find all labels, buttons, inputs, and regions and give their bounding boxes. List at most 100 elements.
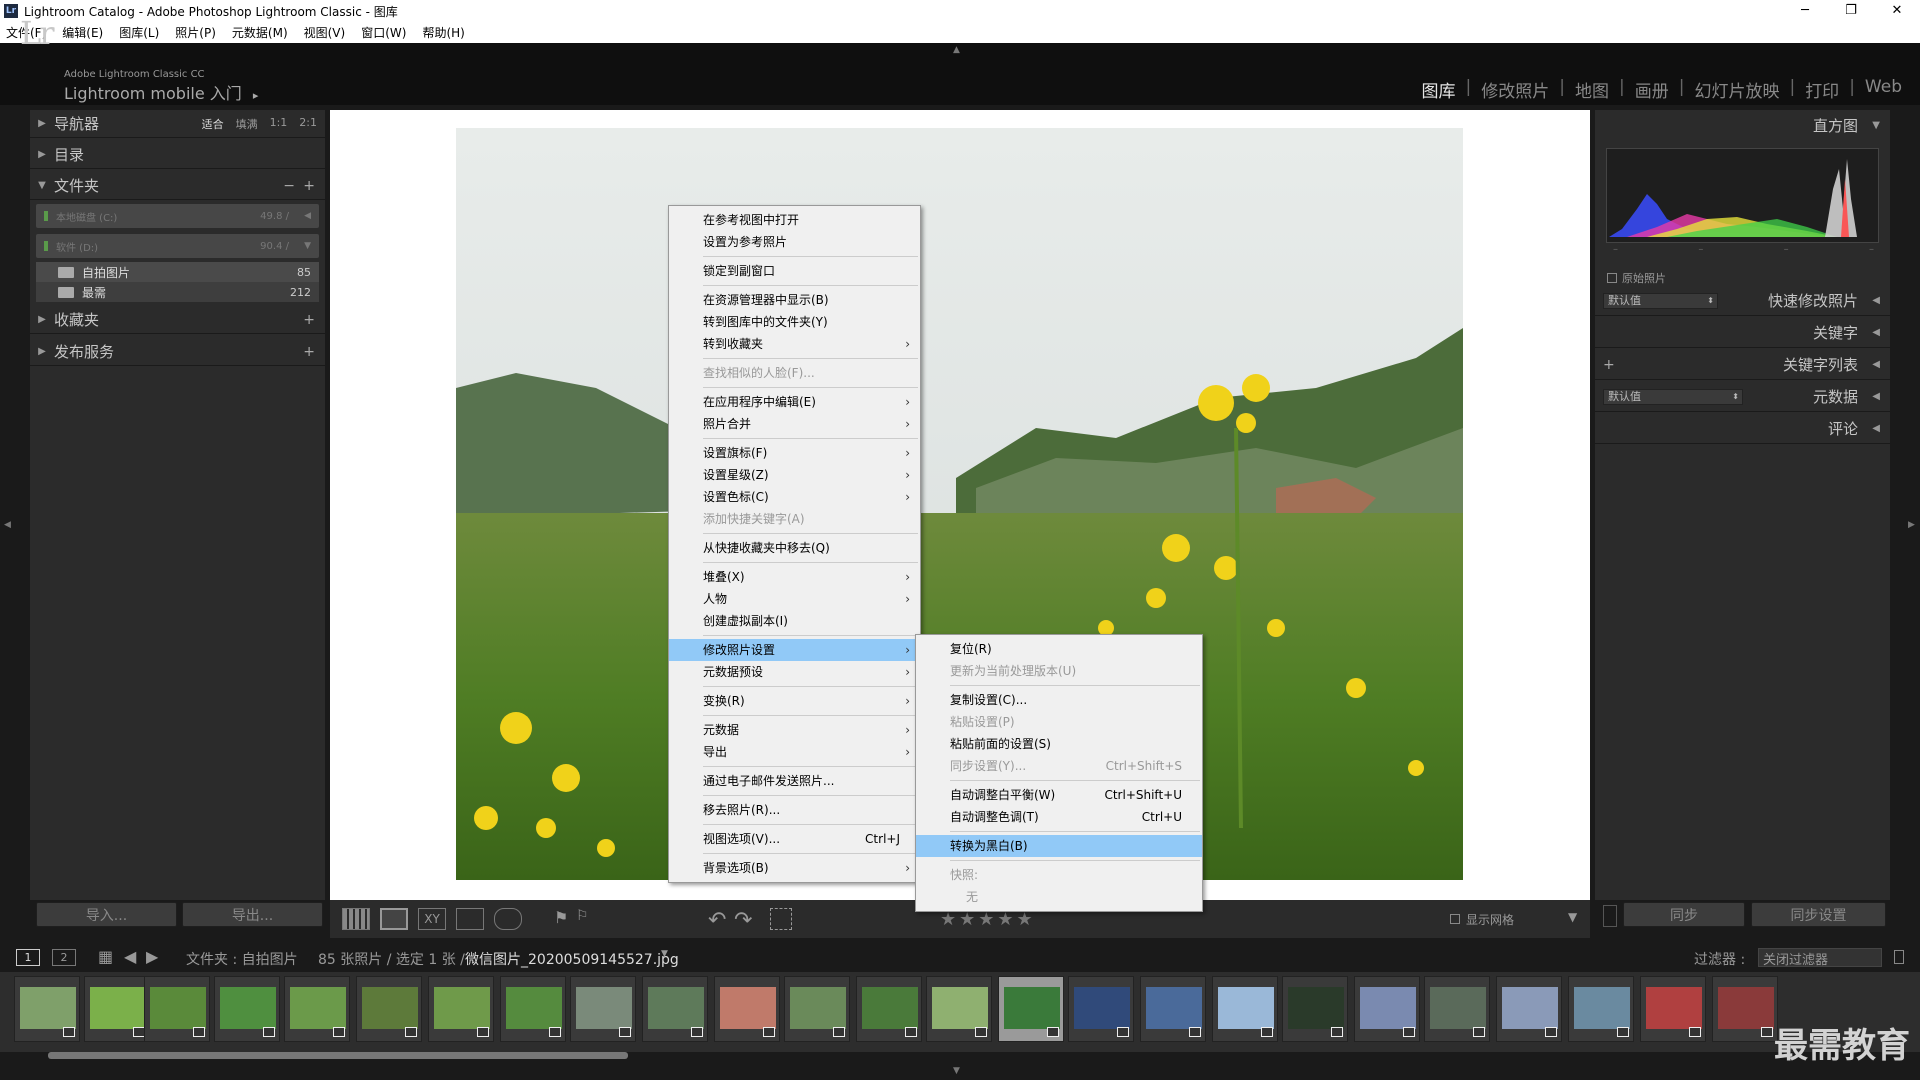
submenu-item[interactable]: 自动调整色调(T) Ctrl+U bbox=[916, 806, 1202, 828]
add-publish-service-button[interactable]: + bbox=[303, 344, 315, 360]
grid-icon[interactable]: ▦ bbox=[98, 947, 113, 966]
add-folder-button[interactable]: + bbox=[303, 178, 315, 194]
crop-overlay-icon[interactable] bbox=[770, 908, 792, 930]
menu-photo[interactable]: 照片(P) bbox=[175, 24, 216, 41]
top-panel-toggle-icon[interactable]: ▲ bbox=[953, 45, 960, 55]
menu-view[interactable]: 视图(V) bbox=[304, 24, 346, 41]
filmstrip-thumbnail[interactable] bbox=[1212, 976, 1278, 1042]
volume-expand-icon[interactable]: ◀ bbox=[304, 211, 311, 221]
show-grid-toggle[interactable]: 显示网格 bbox=[1450, 906, 1570, 932]
forward-arrow-icon[interactable]: ▶ bbox=[146, 947, 158, 966]
filename-dropdown-icon[interactable]: ▼ bbox=[661, 949, 668, 959]
filmstrip-source[interactable]: 文件夹 : 自拍图片 bbox=[186, 949, 298, 969]
main-window-button[interactable]: 1 bbox=[16, 949, 40, 966]
filmstrip-scrollbar[interactable] bbox=[48, 1052, 628, 1059]
filmstrip-thumbnail[interactable] bbox=[1568, 976, 1634, 1042]
toolbar-content-dropdown-icon[interactable]: ▼ bbox=[1568, 910, 1577, 924]
lightroom-mobile-link[interactable]: Lightroom mobile 入门 ▸ bbox=[64, 80, 258, 104]
menu-window[interactable]: 窗口(W) bbox=[361, 24, 406, 41]
filmstrip-thumbnail[interactable] bbox=[998, 976, 1064, 1042]
add-keyword-button[interactable]: + bbox=[1603, 357, 1615, 373]
context-menu-item[interactable]: 导出 › bbox=[669, 741, 920, 763]
filmstrip-thumbnail[interactable] bbox=[214, 976, 280, 1042]
module-book[interactable]: 画册 bbox=[1635, 77, 1669, 102]
context-menu-item[interactable]: 设置星级(Z) › bbox=[669, 464, 920, 486]
module-develop[interactable]: 修改照片 bbox=[1481, 77, 1549, 102]
comments-header[interactable]: 评论 ◀ bbox=[1595, 414, 1890, 444]
volume-c[interactable]: 本地磁盘 (C:) 49.8 / ◀ bbox=[36, 204, 319, 228]
filmstrip-thumbnail[interactable] bbox=[356, 976, 422, 1042]
context-menu-item[interactable]: 变换(R) › bbox=[669, 690, 920, 712]
maximize-button[interactable]: ❐ bbox=[1828, 0, 1874, 22]
sync-toggle-icon[interactable] bbox=[1603, 905, 1617, 927]
context-menu-item[interactable]: 元数据预设 › bbox=[669, 661, 920, 683]
metadata-header[interactable]: 默认值 ⬍ 元数据 ◀ bbox=[1595, 382, 1890, 412]
submenu-item[interactable]: 自动调整白平衡(W) Ctrl+Shift+U bbox=[916, 784, 1202, 806]
filmstrip-thumbnail[interactable] bbox=[1282, 976, 1348, 1042]
reject-flag-icon[interactable]: ⚐ bbox=[576, 908, 589, 930]
filmstrip-thumbnail[interactable] bbox=[1068, 976, 1134, 1042]
original-photo-toggle[interactable]: 原始照片 bbox=[1607, 270, 1666, 286]
filmstrip-thumbnail[interactable] bbox=[1140, 976, 1206, 1042]
module-library[interactable]: 图库 bbox=[1422, 77, 1456, 102]
filmstrip-thumbnail[interactable] bbox=[1640, 976, 1706, 1042]
menu-metadata[interactable]: 元数据(M) bbox=[232, 24, 288, 41]
submenu-item[interactable]: 粘贴前面的设置(S) bbox=[916, 733, 1202, 755]
survey-view-icon[interactable] bbox=[456, 908, 484, 930]
folder-item[interactable]: 最需 212 bbox=[36, 282, 319, 302]
submenu-item[interactable]: 复位(R) bbox=[916, 638, 1202, 660]
menu-library[interactable]: 图库(L) bbox=[119, 24, 159, 41]
sync-settings-button[interactable]: 同步设置 bbox=[1751, 902, 1886, 927]
filmstrip-thumbnail[interactable] bbox=[1354, 976, 1420, 1042]
keyword-list-header[interactable]: + 关键字列表 ◀ bbox=[1595, 350, 1890, 380]
volume-d[interactable]: 软件 (D:) 90.4 / ▼ bbox=[36, 234, 319, 258]
context-menu-item[interactable]: 元数据 › bbox=[669, 719, 920, 741]
filmstrip-thumbnail[interactable] bbox=[1424, 976, 1490, 1042]
menu-edit[interactable]: 编辑(E) bbox=[62, 24, 103, 41]
context-menu-item[interactable]: 在应用程序中编辑(E) › bbox=[669, 391, 920, 413]
context-menu-item[interactable]: 转到收藏夹 › bbox=[669, 333, 920, 355]
filmstrip-thumbnail[interactable] bbox=[642, 976, 708, 1042]
submenu-item[interactable]: 复制设置(C)... bbox=[916, 689, 1202, 711]
menu-help[interactable]: 帮助(H) bbox=[422, 24, 464, 41]
rotate-left-icon[interactable]: ↶ bbox=[708, 908, 726, 933]
flag-icon[interactable]: ⚑ bbox=[554, 908, 568, 930]
context-menu-item[interactable]: 照片合并 › bbox=[669, 413, 920, 435]
quick-develop-header[interactable]: 默认值 ⬍ 快速修改照片 ◀ bbox=[1595, 286, 1890, 316]
filmstrip-thumbnail[interactable] bbox=[926, 976, 992, 1042]
sync-button[interactable]: 同步 bbox=[1623, 902, 1745, 927]
submenu-item[interactable]: 转换为黑白(B) bbox=[916, 835, 1202, 857]
minimize-button[interactable]: ─ bbox=[1782, 0, 1828, 22]
context-menu-item[interactable]: 在资源管理器中显示(B) bbox=[669, 289, 920, 311]
filmstrip-thumbnail[interactable] bbox=[284, 976, 350, 1042]
secondary-window-button[interactable]: 2 bbox=[52, 949, 76, 966]
module-slideshow[interactable]: 幻灯片放映 bbox=[1694, 77, 1779, 102]
context-menu-item[interactable]: 移去照片(R)... bbox=[669, 799, 920, 821]
context-menu-item[interactable]: 修改照片设置 › bbox=[669, 639, 920, 661]
folders-header[interactable]: ▼ 文件夹 − + bbox=[30, 172, 325, 200]
publish-services-header[interactable]: ▶ 发布服务 + bbox=[30, 338, 325, 366]
filmstrip-filename[interactable]: 微信图片_20200509145527.jpg bbox=[465, 949, 679, 969]
zoom-fit[interactable]: 适合 bbox=[202, 116, 224, 132]
context-menu-item[interactable]: 人物 › bbox=[669, 588, 920, 610]
bottom-panel-toggle-icon[interactable]: ▼ bbox=[953, 1066, 960, 1076]
context-menu-item[interactable]: 在参考视图中打开 bbox=[669, 209, 920, 231]
filmstrip-thumbnail[interactable] bbox=[784, 976, 850, 1042]
context-menu-item[interactable]: 堆叠(X) › bbox=[669, 566, 920, 588]
people-view-icon[interactable] bbox=[494, 908, 522, 930]
filmstrip-thumbnail[interactable] bbox=[1712, 976, 1778, 1042]
grid-view-icon[interactable] bbox=[342, 908, 370, 930]
context-menu-item[interactable]: 通过电子邮件发送照片... bbox=[669, 770, 920, 792]
filmstrip-thumbnail[interactable] bbox=[856, 976, 922, 1042]
context-menu-item[interactable]: 设置为参考照片 bbox=[669, 231, 920, 253]
filmstrip-thumbnail[interactable] bbox=[714, 976, 780, 1042]
loupe-view-icon[interactable] bbox=[380, 908, 408, 930]
right-panel-toggle-icon[interactable]: ▶ bbox=[1908, 520, 1915, 530]
volume-collapse-icon[interactable]: ▼ bbox=[304, 241, 311, 251]
folder-item[interactable]: 自拍图片 85 bbox=[36, 262, 319, 282]
zoom-fill[interactable]: 填满 bbox=[236, 116, 258, 132]
filter-select[interactable]: 关闭过滤器 bbox=[1758, 948, 1882, 968]
catalog-header[interactable]: ▶ 目录 bbox=[30, 141, 325, 169]
collections-header[interactable]: ▶ 收藏夹 + bbox=[30, 306, 325, 334]
add-collection-button[interactable]: + bbox=[303, 312, 315, 328]
